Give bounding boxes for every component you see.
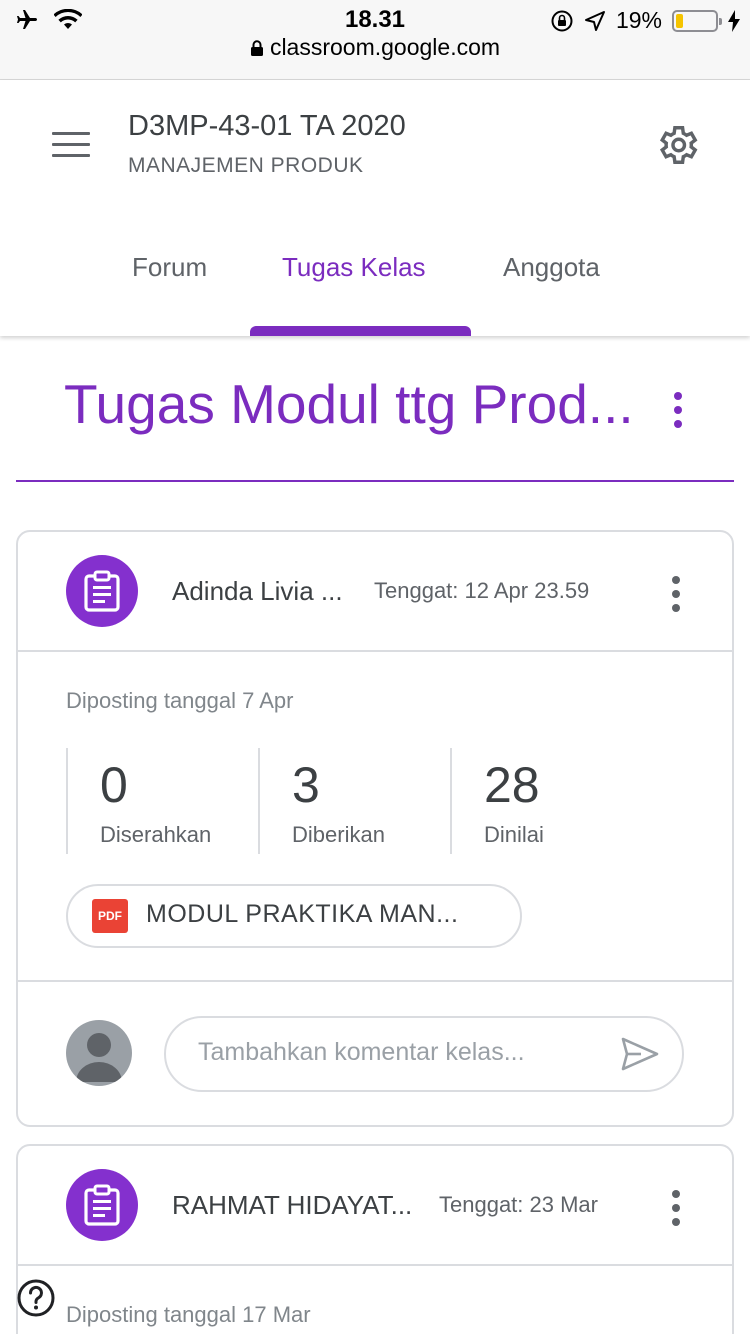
rotation-lock-icon (551, 10, 573, 31)
stat-value: 28 (484, 757, 540, 813)
battery-percent: 19% (615, 7, 662, 33)
more-vert-icon[interactable] (658, 1186, 694, 1230)
assignment-card[interactable]: Adinda Livia ... Tenggat: 12 Apr 23.59 D… (16, 530, 734, 1127)
tab-anggota[interactable]: Anggota (503, 252, 600, 283)
stat-diserahkan[interactable]: 0 Diserahkan (66, 748, 258, 854)
battery-icon (672, 9, 722, 32)
menu-button[interactable] (52, 132, 90, 158)
stat-label: Diberikan (292, 822, 385, 847)
assignment-student: Adinda Livia ... (172, 576, 343, 606)
posted-date: Diposting tanggal 17 Mar (66, 1302, 311, 1327)
tab-forum[interactable]: Forum (132, 252, 207, 283)
app-header: D3MP-43-01 TA 2020 MANAJEMEN PRODUK Foru… (0, 80, 750, 336)
card-header[interactable]: Adinda Livia ... Tenggat: 12 Apr 23.59 (18, 532, 732, 652)
due-date: Tenggat: 12 Apr 23.59 (374, 578, 590, 603)
stat-value: 0 (100, 757, 128, 813)
topic-more-icon[interactable] (660, 388, 696, 432)
stat-dinilai[interactable]: 28 Dinilai (450, 748, 642, 854)
location-icon (584, 10, 605, 31)
avatar (66, 1020, 132, 1086)
divider (18, 980, 732, 982)
assignment-icon (66, 555, 138, 627)
address-bar[interactable]: classroom.google.com (0, 34, 750, 61)
assignment-icon (66, 1169, 138, 1241)
attachment-chip[interactable]: PDF MODUL PRAKTIKA MAN... (66, 884, 522, 948)
status-right-icons: 19% (550, 7, 740, 34)
tab-tugas-kelas[interactable]: Tugas Kelas (282, 252, 426, 283)
hamburger-icon (52, 132, 90, 135)
due-date: Tenggat: 23 Mar (439, 1192, 598, 1217)
charging-icon (728, 9, 740, 32)
active-tab-indicator (250, 326, 471, 336)
send-icon[interactable] (620, 1036, 660, 1072)
stat-label: Dinilai (484, 822, 544, 847)
url-text: classroom.google.com (269, 34, 501, 60)
attachment-name: MODUL PRAKTIKA MAN... (146, 900, 459, 928)
comment-input[interactable]: Tambahkan komentar kelas... (164, 1016, 684, 1092)
comment-placeholder: Tambahkan komentar kelas... (198, 1038, 525, 1066)
topic-title: Tugas Modul ttg Prod... (64, 373, 634, 435)
more-vert-icon[interactable] (658, 572, 694, 616)
assignment-stats: 0 Diserahkan 3 Diberikan 28 Dinilai (66, 748, 646, 854)
topic-divider (16, 480, 734, 482)
help-icon[interactable] (16, 1278, 56, 1318)
assignment-student: RAHMAT HIDAYAT... (172, 1190, 413, 1220)
assignment-card[interactable]: RAHMAT HIDAYAT... Tenggat: 23 Mar Dipost… (16, 1144, 734, 1334)
card-header[interactable]: RAHMAT HIDAYAT... Tenggat: 23 Mar (18, 1146, 732, 1266)
stat-value: 3 (292, 757, 320, 813)
lock-icon (250, 40, 263, 56)
gear-icon[interactable] (654, 122, 700, 168)
stat-label: Diserahkan (100, 822, 212, 847)
class-title: D3MP-43-01 TA 2020 (128, 110, 406, 142)
tab-bar: Forum Tugas Kelas Anggota (0, 230, 750, 336)
posted-date: Diposting tanggal 7 Apr (66, 688, 294, 713)
browser-status-bar: 18.31 classroom.google.com 19% (0, 0, 750, 80)
class-subtitle: MANAJEMEN PRODUK (128, 154, 364, 177)
stat-diberikan[interactable]: 3 Diberikan (258, 748, 450, 854)
pdf-icon: PDF (92, 899, 128, 933)
